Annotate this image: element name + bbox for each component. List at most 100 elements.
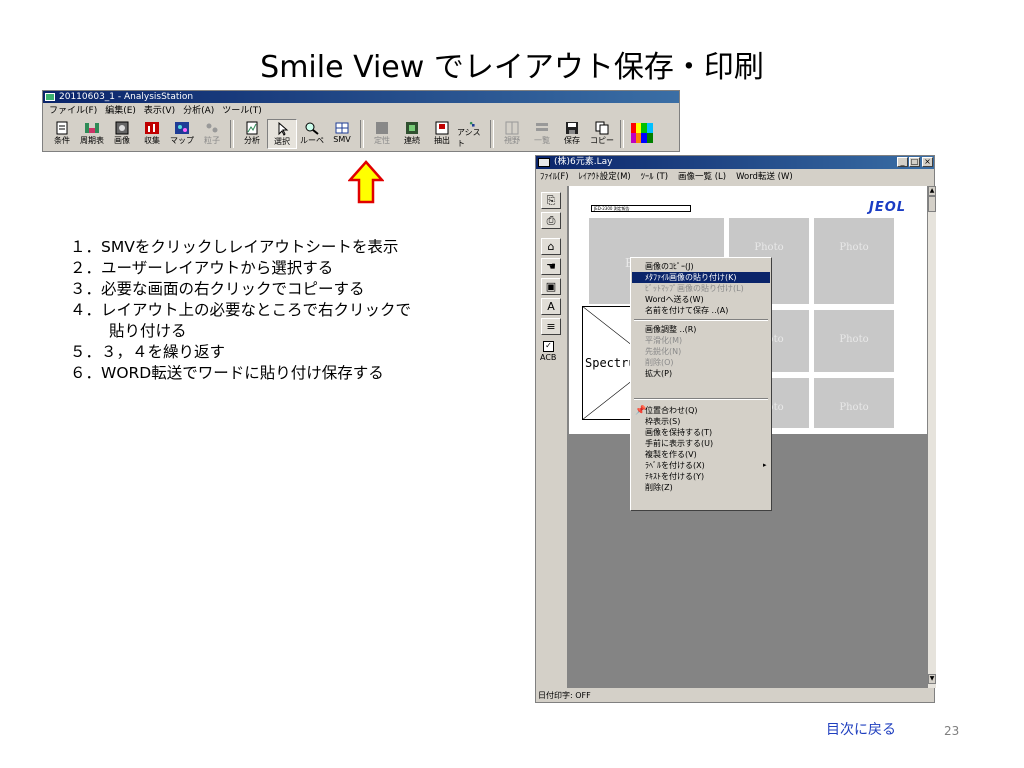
acb-checkbox[interactable]: ✓ bbox=[543, 341, 554, 352]
menu-item-align[interactable]: 位置合わせ(Q) bbox=[645, 405, 698, 416]
menu-separator bbox=[634, 319, 768, 321]
toolbar-button-color-palette[interactable] bbox=[627, 119, 657, 149]
photo-slot[interactable]: Photo bbox=[814, 310, 894, 372]
analysis-station-window: 20110603_1 - AnalysisStation ファイル(F) 編集(… bbox=[42, 90, 680, 152]
menu-tools[interactable]: ツール(T) bbox=[222, 105, 262, 117]
vertical-scrollbar[interactable]: ▲ ▼ bbox=[928, 186, 936, 688]
print-icon: ⎙ bbox=[546, 214, 556, 227]
sidebar-list-button[interactable]: ≡ bbox=[541, 318, 561, 335]
toolbar-button-select[interactable]: 選択 bbox=[267, 119, 297, 149]
menu-view[interactable]: 表示(V) bbox=[144, 105, 175, 117]
minimize-icon: _ bbox=[900, 157, 905, 166]
menu-item-paste-metafile[interactable]: ﾒﾀﾌｧｲﾙ画像の貼り付け(K) bbox=[632, 272, 770, 283]
step-4-continued: 貼り付ける bbox=[109, 322, 187, 340]
toolbar-separator bbox=[490, 120, 494, 148]
conditions-icon bbox=[56, 121, 68, 135]
scroll-down-button[interactable]: ▼ bbox=[928, 674, 936, 684]
step-1: １．SMVをクリックしレイアウトシートを表示 bbox=[70, 238, 399, 256]
menu-item-save-as[interactable]: 名前を付けて保存 ..(A) bbox=[645, 305, 728, 316]
menu-item-bring-front[interactable]: 手前に表示する(U) bbox=[645, 438, 713, 449]
menu-item-sharpen[interactable]: 先鋭化(N) bbox=[645, 346, 681, 357]
menu-item-copy-image[interactable]: 画像のｺﾋﾟｰ(J) bbox=[645, 261, 694, 272]
photo-slot[interactable]: Photo bbox=[814, 378, 894, 428]
analysis-toolbar: 条件 周期表 画像 収集 マップ 粒子 分析 選択 ルーペ SMV 定性 連続 … bbox=[47, 119, 657, 149]
toolbar-label: 保存 bbox=[564, 136, 580, 145]
image-icon bbox=[115, 121, 129, 135]
toolbar-button-extract[interactable]: 抽出 bbox=[427, 119, 457, 149]
layout-menu-tools[interactable]: ﾂｰﾙ (T) bbox=[641, 171, 668, 183]
toolbar-button-copy[interactable]: コピー bbox=[587, 119, 617, 149]
menu-item-adjust-image[interactable]: 画像調整 ..(R) bbox=[645, 324, 696, 335]
scroll-up-button[interactable]: ▲ bbox=[928, 186, 936, 196]
toolbar-label: SMV bbox=[333, 135, 351, 144]
page-number: 23 bbox=[944, 724, 960, 738]
sidebar-copy-button[interactable]: ⎘ bbox=[541, 192, 561, 209]
toolbar-button-list[interactable]: 一覧 bbox=[527, 119, 557, 149]
menu-edit[interactable]: 編集(E) bbox=[105, 105, 136, 117]
toolbar-button-image[interactable]: 画像 bbox=[107, 119, 137, 149]
field-view-icon bbox=[505, 121, 519, 135]
sidebar-frame-button[interactable]: ▣ bbox=[541, 278, 561, 295]
close-icon: × bbox=[924, 157, 931, 166]
jeol-logo: JEOL bbox=[869, 200, 907, 215]
toolbar-button-assist[interactable]: アシスト bbox=[457, 119, 487, 149]
menu-item-add-label[interactable]: ﾗﾍﾞﾙを付ける(X) bbox=[645, 460, 705, 471]
layout-menu-file[interactable]: ﾌｧｲﾙ(F) bbox=[540, 171, 569, 183]
minimize-button[interactable]: _ bbox=[897, 157, 908, 167]
menu-separator bbox=[634, 398, 768, 400]
scroll-thumb[interactable] bbox=[928, 196, 936, 212]
toolbar-button-analysis[interactable]: 分析 bbox=[237, 119, 267, 149]
toolbar-button-periodic-table[interactable]: 周期表 bbox=[77, 119, 107, 149]
menu-item-zoom[interactable]: 拡大(P) bbox=[645, 368, 672, 379]
toolbar-button-collect[interactable]: 収集 bbox=[137, 119, 167, 149]
scroll-down-icon: ▼ bbox=[929, 675, 935, 682]
menu-item-add-text[interactable]: ﾃｷｽﾄを付ける(Y) bbox=[645, 471, 704, 482]
close-button[interactable]: × bbox=[922, 157, 933, 167]
smv-icon bbox=[335, 122, 349, 134]
qualitative-icon bbox=[376, 122, 388, 134]
photo-slot[interactable]: Photo bbox=[814, 218, 894, 304]
toolbar-separator bbox=[230, 120, 234, 148]
menu-item-delete[interactable]: 削除(Z) bbox=[645, 482, 673, 493]
sidebar-hand-button[interactable]: ☚ bbox=[541, 258, 561, 275]
menu-item-smooth[interactable]: 平滑化(M) bbox=[645, 335, 682, 346]
toolbar-button-qualitative[interactable]: 定性 bbox=[367, 119, 397, 149]
toolbar-label: 選択 bbox=[274, 137, 290, 146]
analysis-window-titlebar[interactable]: 20110603_1 - AnalysisStation bbox=[43, 91, 679, 103]
toolbar-button-smv[interactable]: SMV bbox=[327, 119, 357, 149]
toolbar-button-map[interactable]: マップ bbox=[167, 119, 197, 149]
sidebar-text-button[interactable]: A bbox=[541, 298, 561, 315]
sidebar-delete-button[interactable]: ⌂ bbox=[541, 238, 561, 255]
menu-item-duplicate[interactable]: 複製を作る(V) bbox=[645, 449, 697, 460]
step-6: ６．WORD転送でワードに貼り付け保存する bbox=[70, 364, 384, 382]
toolbar-button-save[interactable]: 保存 bbox=[557, 119, 587, 149]
layout-menu-word-transfer[interactable]: Word転送 (W) bbox=[736, 171, 793, 183]
maximize-button[interactable]: □ bbox=[909, 157, 920, 167]
toolbar-button-conditions[interactable]: 条件 bbox=[47, 119, 77, 149]
layout-window-titlebar[interactable]: (株)6元素.Lay bbox=[536, 156, 934, 169]
select-cursor-icon bbox=[278, 122, 289, 136]
sidebar-print-button[interactable]: ⎙ bbox=[541, 212, 561, 229]
toolbar-label: 画像 bbox=[114, 136, 130, 145]
text-a-icon: A bbox=[547, 300, 555, 313]
menu-analysis[interactable]: 分析(A) bbox=[183, 105, 214, 117]
save-icon bbox=[566, 122, 578, 134]
analysis-icon bbox=[246, 121, 258, 135]
toolbar-button-field-view[interactable]: 視野 bbox=[497, 119, 527, 149]
toolbar-button-particle[interactable]: 粒子 bbox=[197, 119, 227, 149]
spectrum-label: Spectru bbox=[585, 356, 636, 370]
layout-menu-image-list[interactable]: 画像一覧 (L) bbox=[678, 171, 726, 183]
menu-item-keep-image[interactable]: 画像を保持する(T) bbox=[645, 427, 712, 438]
toolbar-label: 周期表 bbox=[80, 136, 104, 145]
menu-item-paste-bitmap[interactable]: ﾋﾞｯﾄﾏｯﾌﾟ画像の貼り付け(L) bbox=[645, 283, 744, 294]
layout-menu-layout-settings[interactable]: ﾚｲｱｳﾄ設定(M) bbox=[579, 171, 631, 183]
toolbar-button-magnifier[interactable]: ルーペ bbox=[297, 119, 327, 149]
menu-item-delete-disabled[interactable]: 削除(O) bbox=[645, 357, 674, 368]
menu-file[interactable]: ファイル(F) bbox=[49, 105, 97, 117]
toolbar-label: コピー bbox=[590, 136, 614, 145]
menu-item-show-frame[interactable]: 枠表示(S) bbox=[645, 416, 680, 427]
report-header-field[interactable]: JED-2300 測定報告 bbox=[591, 205, 691, 212]
toolbar-button-continuous[interactable]: 連続 bbox=[397, 119, 427, 149]
menu-item-send-to-word[interactable]: Wordへ送る(W) bbox=[645, 294, 704, 305]
back-to-contents-link[interactable]: 目次に戻る bbox=[826, 719, 896, 739]
